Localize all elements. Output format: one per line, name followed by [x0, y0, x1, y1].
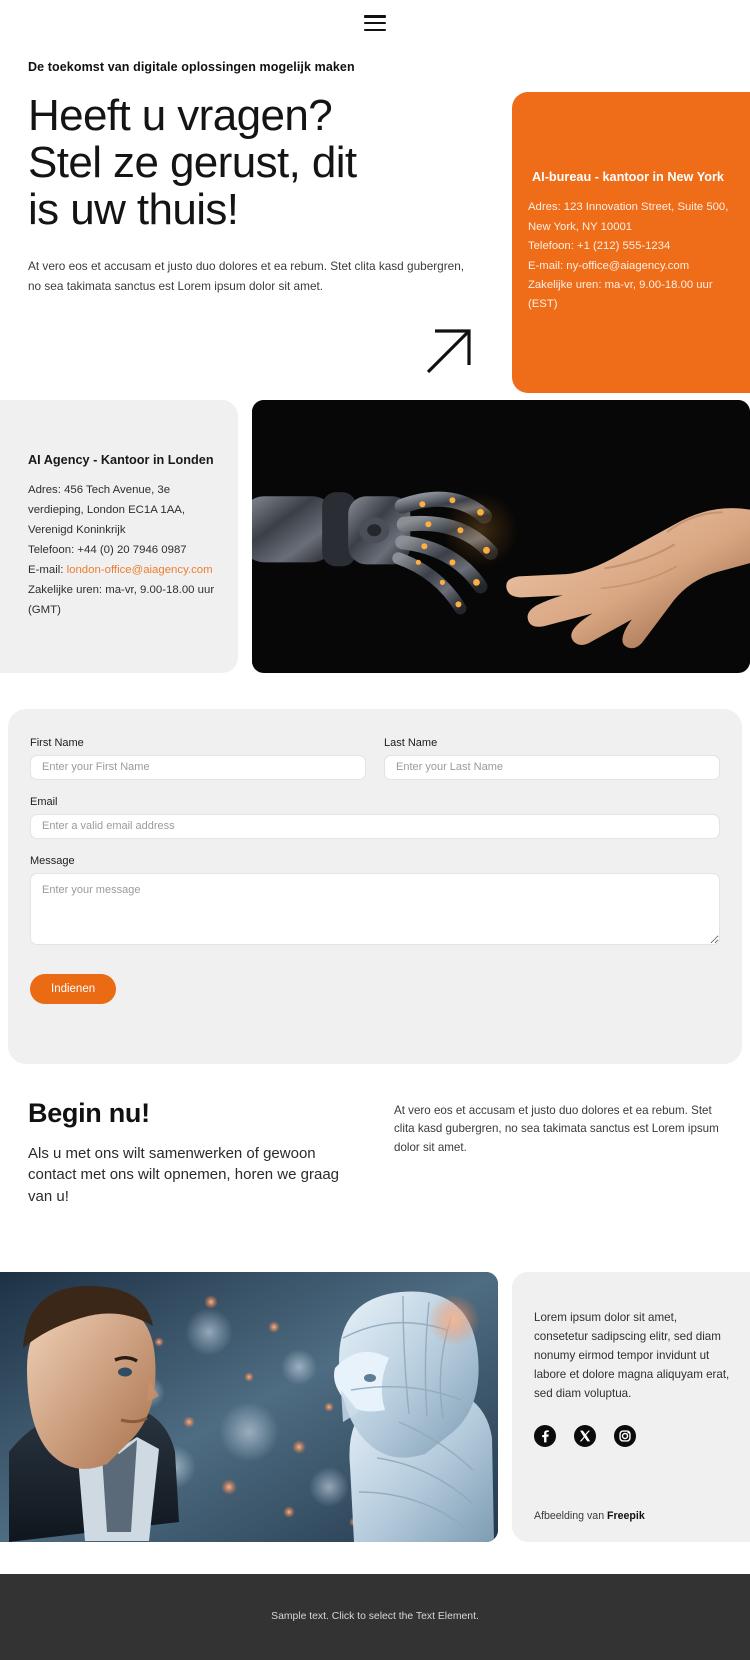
- london-address-line-2: verdieping, London EC1A 1AA,: [28, 503, 186, 516]
- london-office-card: AI Agency - Kantoor in Londen Adres: 456…: [0, 400, 238, 673]
- new-york-hours: Zakelijke uren: ma-vr, 9.00-18.00 uur (E…: [528, 278, 713, 311]
- image-credit-prefix: Afbeelding van: [534, 1509, 608, 1522]
- begin-title: Begin nu!: [28, 1097, 150, 1128]
- last-name-label: Last Name: [384, 736, 438, 749]
- page-title: Heeft u vragen? Stel ze gerust, dit is u…: [28, 92, 480, 233]
- hamburger-menu-icon[interactable]: [364, 15, 386, 31]
- begin-subtitle: Als u met ons wilt samenwerken of gewoon…: [28, 1144, 340, 1206]
- man-and-robot-photo: [0, 1271, 498, 1542]
- begin-paragraph: At vero eos et accusam et justo duo dolo…: [394, 1103, 719, 1155]
- social-card: Lorem ipsum dolor sit amet, consetetur s…: [512, 1271, 750, 1542]
- image-credit: Afbeelding van Freepik: [534, 1510, 730, 1522]
- arrow-up-right-icon[interactable]: [422, 322, 478, 378]
- london-hours-line-2: (GMT): [28, 604, 61, 617]
- image-credit-source[interactable]: Freepik: [607, 1510, 645, 1522]
- new-york-address-line-2: New York, NY 10001: [528, 220, 633, 233]
- london-address-line-1: Adres: 456 Tech Avenue, 3e: [28, 483, 171, 496]
- hero-paragraph: At vero eos et accusam et justo duo dolo…: [28, 259, 465, 293]
- social-icons-row: [534, 1424, 730, 1447]
- hamburger-bar-1: [364, 15, 386, 18]
- hero-section: De toekomst van digitale oplossingen mog…: [0, 46, 750, 393]
- social-card-text: Lorem ipsum dolor sit amet, consetetur s…: [534, 1310, 730, 1400]
- last-name-field-group: Last Name: [384, 737, 720, 780]
- first-name-input[interactable]: [30, 754, 366, 780]
- contact-form-section: First Name Last Name Email Message Indie…: [8, 708, 742, 1064]
- hero-eyebrow: De toekomst van digitale oplossingen mog…: [28, 60, 355, 74]
- email-label: Email: [30, 795, 58, 808]
- offices-row: AI Agency - Kantoor in Londen Adres: 456…: [0, 388, 750, 673]
- hero-title-line-3: is uw thuis!: [28, 185, 239, 235]
- london-hours-line-1: Zakelijke uren: ma-vr, 9.00-18.00 uur: [28, 584, 215, 596]
- begin-section: Begin nu! Als u met ons wilt samenwerken…: [0, 1064, 750, 1208]
- hero-title-line-2: Stel ze gerust, dit: [28, 138, 357, 188]
- london-address-line-3: Verenigd Koninkrijk: [28, 523, 126, 536]
- email-input[interactable]: [30, 813, 720, 839]
- london-email-row: E-mail: london-office@aiagency.com: [28, 560, 216, 580]
- site-footer: Sample text. Click to select the Text El…: [0, 1573, 750, 1660]
- london-email-link[interactable]: london-office@aiagency.com: [67, 564, 213, 576]
- begin-left-column: Begin nu! Als u met ons wilt samenwerken…: [28, 1098, 364, 1208]
- message-label: Message: [30, 854, 75, 867]
- new-york-email: E-mail: ny-office@aiagency.com: [528, 259, 690, 272]
- london-office-title: AI Agency - Kantoor in Londen: [28, 452, 214, 467]
- submit-button[interactable]: Indienen: [30, 973, 117, 1004]
- instagram-icon[interactable]: [614, 1424, 636, 1447]
- email-field-group: Email: [30, 796, 720, 839]
- message-field-group: Message: [30, 855, 720, 950]
- hamburger-bar-2: [364, 21, 386, 25]
- name-fields-row: First Name Last Name: [30, 737, 720, 796]
- new-york-phone: Telefoon: +1 (212) 555-1234: [528, 240, 671, 253]
- new-york-office-title: AI-bureau - kantoor in New York: [532, 170, 724, 185]
- robot-human-hands-photo: [252, 400, 750, 673]
- begin-right-column: At vero eos et accusam et justo duo dolo…: [394, 1098, 730, 1208]
- last-name-input[interactable]: [384, 754, 720, 780]
- london-email-label: E-mail:: [28, 563, 67, 576]
- facebook-icon[interactable]: [534, 1424, 556, 1447]
- hero-content: De toekomst van digitale oplossingen mog…: [0, 46, 500, 378]
- new-york-address-line-1: Adres: 123 Innovation Street, Suite 500,: [528, 201, 729, 214]
- first-name-label: First Name: [30, 736, 84, 749]
- x-twitter-icon[interactable]: [574, 1424, 596, 1447]
- site-header: [0, 0, 750, 46]
- message-textarea[interactable]: [30, 872, 720, 945]
- london-phone: Telefoon: +44 (0) 20 7946 0987: [28, 543, 187, 556]
- footer-text[interactable]: Sample text. Click to select the Text El…: [271, 1611, 479, 1622]
- new-york-office-card: AI-bureau - kantoor in New York Adres: 1…: [512, 92, 750, 393]
- hero-title-line-1: Heeft u vragen?: [28, 91, 333, 140]
- bottom-row: Lorem ipsum dolor sit amet, consetetur s…: [0, 1271, 750, 1542]
- hamburger-bar-3: [364, 28, 386, 31]
- first-name-field-group: First Name: [30, 737, 366, 780]
